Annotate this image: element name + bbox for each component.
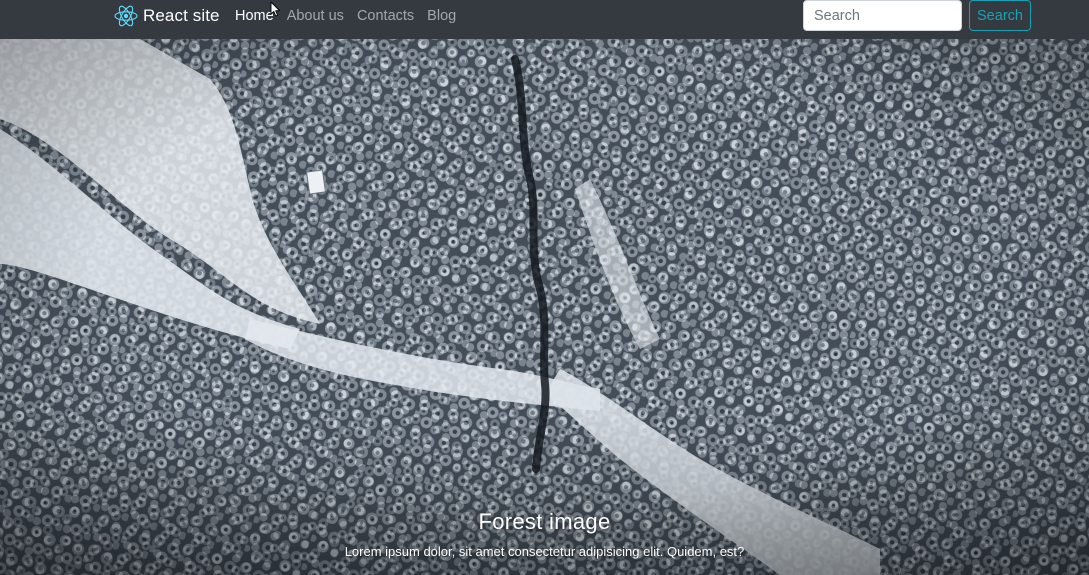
- brand-name: React site: [143, 6, 220, 25]
- nav-link-blog[interactable]: Blog: [427, 7, 456, 25]
- navbar: React site Home About us Contacts Blog S…: [0, 0, 1089, 39]
- hero-section: Forest image Lorem ipsum dolor, sit amet…: [0, 39, 1089, 575]
- nav-menu: Home About us Contacts Blog: [235, 7, 456, 25]
- search-button[interactable]: Search: [969, 0, 1031, 31]
- hero-caption: Forest image Lorem ipsum dolor, sit amet…: [0, 509, 1089, 559]
- search-input[interactable]: [803, 0, 962, 31]
- react-logo-icon: [114, 5, 138, 27]
- mouse-pointer-icon: [270, 1, 281, 17]
- nav-link-about-us[interactable]: About us: [287, 7, 344, 25]
- nav-link-contacts[interactable]: Contacts: [357, 7, 414, 25]
- brand-link[interactable]: React site: [113, 3, 220, 29]
- hero-title: Forest image: [478, 509, 611, 534]
- hero-description: Lorem ipsum dolor, sit amet consectetur …: [344, 544, 745, 559]
- snowy-forest-image: [0, 39, 1089, 575]
- nav-link-home[interactable]: Home: [235, 7, 274, 25]
